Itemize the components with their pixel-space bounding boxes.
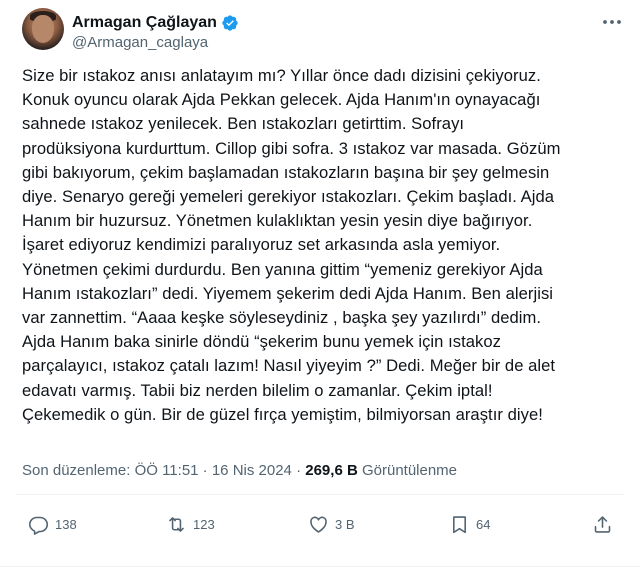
- action-bar: 138 123 3 B 64: [16, 508, 624, 544]
- share-icon: [594, 516, 611, 533]
- bookmark-icon: [453, 516, 466, 534]
- views-count: 269,6 B: [305, 462, 358, 479]
- like-icon: [310, 516, 327, 533]
- edited-timestamp[interactable]: Son düzenleme: ÖÖ 11:51: [22, 462, 199, 479]
- repost-button[interactable]: 123: [166, 514, 215, 535]
- bookmark-count: 64: [476, 517, 491, 532]
- reply-button[interactable]: 138: [28, 514, 77, 535]
- meta-separator: ·: [198, 462, 212, 479]
- meta-separator: ·: [291, 462, 306, 479]
- bottom-divider: [0, 566, 640, 567]
- repost-count: 123: [193, 517, 215, 532]
- like-button[interactable]: 3 B: [308, 514, 355, 535]
- tweet-text: Size bir ıstakoz anısı anlatayım mı? Yıl…: [22, 66, 561, 424]
- reply-count: 138: [55, 517, 77, 532]
- tweet-date[interactable]: 16 Nis 2024: [212, 462, 292, 479]
- bookmark-button[interactable]: 64: [449, 514, 490, 535]
- tweet-meta: Son düzenleme: ÖÖ 11:51 · 16 Nis 2024 · …: [22, 461, 457, 481]
- tweet-card: Armagan Çağlayan @Armagan_caglaya Size b…: [0, 0, 640, 569]
- avatar-face: [32, 15, 54, 43]
- tweet-header: Armagan Çağlayan @Armagan_caglaya: [16, 8, 624, 56]
- reply-icon: [28, 516, 49, 535]
- author-display-name[interactable]: Armagan Çağlayan: [72, 13, 217, 33]
- author-handle[interactable]: @Armagan_caglaya: [72, 34, 208, 52]
- repost-icon: [169, 517, 184, 532]
- views-label: Görüntülenme: [361, 462, 458, 479]
- divider: [16, 494, 624, 495]
- share-button[interactable]: [592, 514, 613, 535]
- author-name-row: Armagan Çağlayan: [72, 13, 239, 33]
- more-options-icon[interactable]: [600, 12, 624, 32]
- avatar[interactable]: [22, 8, 64, 50]
- verified-badge-icon[interactable]: [221, 14, 239, 32]
- like-count: 3 B: [335, 517, 355, 532]
